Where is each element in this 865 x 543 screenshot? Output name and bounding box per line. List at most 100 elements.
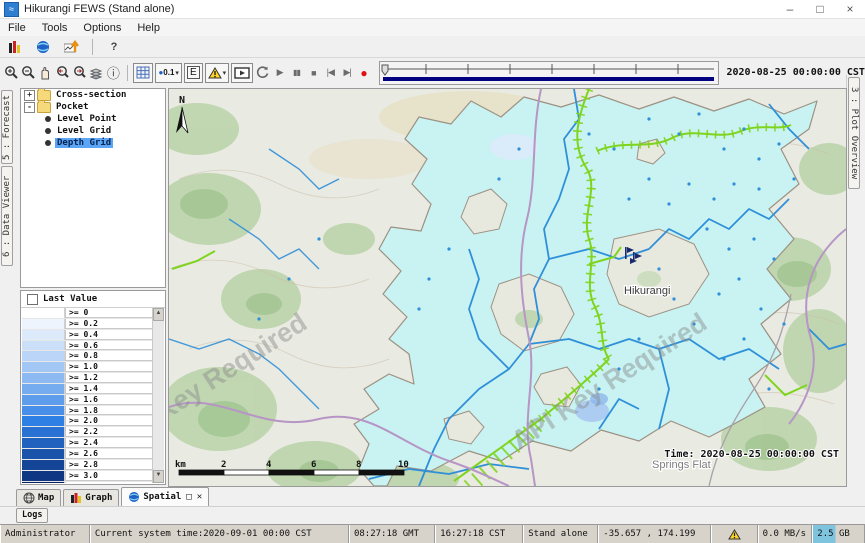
last-value-checkbox[interactable] [27, 294, 38, 305]
close-button[interactable]: × [835, 0, 865, 18]
contour-dropdown[interactable]: ● 0.1 ▾ [155, 63, 181, 83]
replay-icon[interactable] [255, 63, 270, 83]
logs-row: Logs [0, 506, 865, 524]
menu-options[interactable]: Options [75, 22, 129, 34]
expand-icon[interactable]: + [24, 90, 35, 101]
document-tabs: Map Graph Spatial □ ✕ [0, 487, 865, 506]
database-icon[interactable] [4, 37, 26, 57]
layers-tree: + Cross-section - Pocket Level Point Lev… [20, 88, 166, 288]
legend-row[interactable]: >= 1.6 [22, 395, 153, 406]
legend-row[interactable]: >= 2.2 [22, 427, 153, 438]
timeline-slider[interactable] [379, 61, 719, 85]
menu-tools[interactable]: Tools [34, 22, 76, 34]
legend-color-swatch [22, 449, 65, 459]
legend-color-swatch [22, 373, 65, 383]
pause-icon[interactable]: ▮▮ [289, 63, 304, 83]
legend-scrollbar[interactable]: ▲ ▼ [152, 308, 164, 483]
tree-item-pocket[interactable]: - Pocket [21, 101, 165, 113]
place-label-springs-flat: Springs Flat [652, 459, 711, 471]
zoom-out-icon[interactable] [21, 63, 36, 83]
legend-row[interactable]: >= 1.4 [22, 384, 153, 395]
legend-row-label: >= 1.0 [65, 362, 153, 372]
tree-item-depth-grid[interactable]: Depth Grid [21, 137, 165, 149]
legend-color-swatch [22, 351, 65, 361]
layers-icon[interactable] [89, 63, 104, 83]
svg-text:N: N [179, 95, 185, 106]
warning-dropdown[interactable]: ▾ [205, 63, 230, 83]
legend-color-swatch [22, 482, 65, 484]
animation-window-button[interactable] [231, 63, 253, 83]
folder-icon [37, 102, 51, 113]
legend-row[interactable]: >= 0.8 [22, 351, 153, 362]
logs-button[interactable]: Logs [16, 508, 48, 523]
scroll-down-icon[interactable]: ▼ [153, 470, 164, 483]
tab-plot-overview[interactable]: 3 : Plot Overview [848, 77, 860, 189]
zoom-next-icon[interactable] [72, 63, 87, 83]
info-icon[interactable]: ⓘ [106, 63, 121, 83]
menu-help[interactable]: Help [129, 22, 168, 34]
record-icon[interactable]: ● [357, 63, 372, 83]
timeseries-import-icon[interactable] [60, 37, 82, 57]
first-frame-icon[interactable]: |◀ [323, 63, 338, 83]
status-warning[interactable] [711, 525, 758, 543]
bar-chart-icon [70, 492, 82, 504]
legend-row-label: >= 1.8 [65, 406, 153, 416]
legend-row-label: >= 1.6 [65, 395, 153, 405]
zoom-in-icon[interactable] [4, 63, 19, 83]
status-local-time: 16:27:18 CST [435, 525, 523, 543]
tab-maximize-icon[interactable]: □ [186, 492, 191, 502]
classification-button[interactable]: E [184, 63, 203, 83]
legend-row[interactable]: >= 0.4 [22, 330, 153, 341]
legend-row[interactable]: >= 2.4 [22, 438, 153, 449]
legend-row[interactable]: >= 2.0 [22, 416, 153, 427]
legend-color-swatch [22, 406, 65, 416]
status-mode: Stand alone [523, 525, 598, 543]
legend-row[interactable]: >= 0.6 [22, 341, 153, 352]
grid-toggle-icon[interactable] [133, 63, 153, 83]
legend-row[interactable]: >= 3.2 [22, 482, 153, 484]
legend-row[interactable]: >= 1.8 [22, 406, 153, 417]
minimize-button[interactable]: – [775, 0, 805, 18]
maximize-button[interactable]: □ [805, 0, 835, 18]
legend-row-label: >= 2.8 [65, 460, 153, 470]
legend-row[interactable]: >= 3.0 [22, 471, 153, 482]
legend-row-label: >= 0 [65, 308, 153, 318]
chevron-down-icon: ▾ [223, 69, 227, 77]
legend-row-label: >= 3.2 [65, 482, 153, 484]
globe-icon[interactable] [32, 37, 54, 57]
menu-file[interactable]: File [0, 22, 34, 34]
legend-row[interactable]: >= 2.6 [22, 449, 153, 460]
tab-spatial[interactable]: Spatial □ ✕ [121, 487, 209, 506]
legend-row[interactable]: >= 1.0 [22, 362, 153, 373]
stop-icon[interactable]: ■ [306, 63, 321, 83]
town-label-hikurangi: Hikurangi [624, 285, 670, 297]
right-tab-strip: 3 : Plot Overview [846, 75, 865, 487]
selected-tree-label: Depth Grid [55, 138, 113, 148]
last-frame-icon[interactable]: ▶| [340, 63, 355, 83]
warning-icon [208, 67, 222, 79]
tab-graph[interactable]: Graph [63, 489, 119, 506]
svg-text:km: km [175, 460, 186, 470]
pan-hand-icon[interactable] [38, 63, 53, 83]
legend-row[interactable]: >= 0 [22, 308, 153, 319]
tree-item-level-grid[interactable]: Level Grid [21, 125, 165, 137]
window-title: Hikurangi FEWS (Stand alone) [24, 3, 174, 15]
tab-close-icon[interactable]: ✕ [197, 492, 202, 502]
tab-forecast[interactable]: 5 : Forecast [1, 90, 13, 164]
legend-row[interactable]: >= 0.2 [22, 319, 153, 330]
collapse-icon[interactable]: - [24, 102, 35, 113]
tab-map[interactable]: Map [16, 489, 61, 506]
map-canvas[interactable]: API Key Required API Key Required N Hiku… [168, 88, 847, 487]
scroll-up-icon[interactable]: ▲ [153, 308, 164, 321]
legend-row-label: >= 0.6 [65, 341, 153, 351]
legend-row[interactable]: >= 1.2 [22, 373, 153, 384]
globe-icon [128, 491, 140, 503]
zoom-previous-icon[interactable] [55, 63, 70, 83]
help-icon[interactable]: ? [103, 37, 125, 57]
status-system-time: Current system time:2020-09-01 00:00 CST [90, 525, 349, 543]
legend-rows: >= 0>= 0.2>= 0.4>= 0.6>= 0.8>= 1.0>= 1.2… [22, 308, 153, 483]
legend-row[interactable]: >= 2.8 [22, 460, 153, 471]
tree-item-level-point[interactable]: Level Point [21, 113, 165, 125]
play-icon[interactable]: ▶ [272, 63, 287, 83]
tab-data-viewer[interactable]: 6 : Data Viewer [1, 166, 13, 266]
